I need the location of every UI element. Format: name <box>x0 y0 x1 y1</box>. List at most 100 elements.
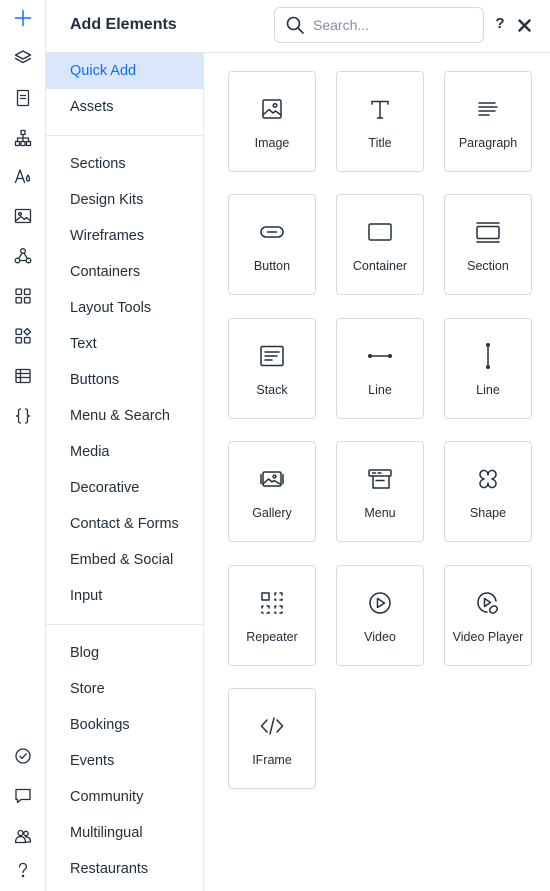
category-decorative[interactable]: Decorative <box>46 470 203 506</box>
category-blog[interactable]: Blog <box>46 635 203 671</box>
gallery-icon <box>229 466 315 492</box>
category-layout-tools[interactable]: Layout Tools <box>46 290 203 326</box>
repeater-icon <box>229 590 315 616</box>
category-bookings[interactable]: Bookings <box>46 707 203 743</box>
button-icon <box>229 219 315 245</box>
rail-button-page[interactable] <box>0 80 45 116</box>
stack-icon <box>229 343 315 369</box>
element-tile-menu[interactable]: Menu <box>336 441 424 542</box>
category-quick-add[interactable]: Quick Add <box>46 53 203 89</box>
element-tile-repeater[interactable]: Repeater <box>228 565 316 666</box>
element-tile-section[interactable]: Section <box>444 194 532 295</box>
rail-button-media[interactable] <box>0 198 45 234</box>
element-tile-label: Line <box>368 383 392 397</box>
element-tile-label: Paragraph <box>458 136 518 150</box>
search-box[interactable] <box>274 7 484 43</box>
image-icon <box>229 96 315 122</box>
help-icon <box>18 862 27 878</box>
element-tile-label: IFrame <box>252 753 292 767</box>
search-icon <box>286 16 304 34</box>
element-tile-label: Repeater <box>246 630 298 644</box>
category-containers[interactable]: Containers <box>46 254 203 290</box>
element-tile-label: Video Player <box>452 630 524 644</box>
video-player-icon <box>445 590 531 616</box>
element-tile-label: Button <box>253 259 291 273</box>
element-tile-video-player[interactable]: Video Player <box>444 565 532 666</box>
rail-button-layers[interactable] <box>0 40 45 76</box>
code-braces-icon <box>15 408 30 424</box>
rail-button-cms-table[interactable] <box>0 358 45 394</box>
iframe-code-icon <box>229 713 315 739</box>
element-tile-label: Shape <box>469 506 507 520</box>
video-icon <box>337 590 423 616</box>
element-tile-gallery[interactable]: Gallery <box>228 441 316 542</box>
category-community[interactable]: Community <box>46 779 203 815</box>
element-tile-label: Section <box>467 259 509 273</box>
rail-button-app-grid[interactable] <box>0 278 45 314</box>
close-button[interactable] <box>516 16 532 34</box>
horizontal-line-icon <box>337 343 423 369</box>
category-design-kits[interactable]: Design Kits <box>46 182 203 218</box>
element-tile-label: Line <box>476 383 500 397</box>
rail-button-plus[interactable] <box>0 0 45 36</box>
element-tile-line[interactable]: Line <box>444 318 532 419</box>
page-icon <box>16 89 29 107</box>
chat-icon <box>14 788 31 804</box>
category-restaurants[interactable]: Restaurants <box>46 851 203 887</box>
rail-button-checkmark-circle[interactable] <box>0 738 45 774</box>
element-tile-label: Image <box>254 136 290 150</box>
container-icon <box>337 219 423 245</box>
panel-title: Add Elements <box>70 16 177 33</box>
shape-icon <box>445 466 531 492</box>
menu-icon <box>337 466 423 492</box>
element-tile-video[interactable]: Video <box>336 565 424 666</box>
site-structure-icon <box>14 129 31 147</box>
category-multilingual[interactable]: Multilingual <box>46 815 203 851</box>
element-tile-shape[interactable]: Shape <box>444 441 532 542</box>
category-events[interactable]: Events <box>46 743 203 779</box>
theme-icon <box>14 169 30 184</box>
category-text[interactable]: Text <box>46 326 203 362</box>
element-tile-label: Stack <box>256 383 288 397</box>
rail-button-chat[interactable] <box>0 778 45 814</box>
element-tile-button[interactable]: Button <box>228 194 316 295</box>
element-tile-label: Title <box>368 136 392 150</box>
rail-button-apps-network[interactable] <box>0 238 45 274</box>
rail-button-site-structure[interactable] <box>0 120 45 156</box>
category-assets[interactable]: Assets <box>46 89 203 125</box>
element-tile-iframe[interactable]: IFrame <box>228 688 316 789</box>
element-tile-line[interactable]: Line <box>336 318 424 419</box>
section-icon <box>445 219 531 245</box>
element-tile-paragraph[interactable]: Paragraph <box>444 71 532 172</box>
close-icon <box>517 18 531 32</box>
rail-button-members[interactable] <box>0 818 45 854</box>
category-input[interactable]: Input <box>46 578 203 614</box>
element-tile-title[interactable]: Title <box>336 71 424 172</box>
members-icon <box>14 829 31 844</box>
rail-button-code-braces[interactable] <box>0 398 45 434</box>
element-tile-stack[interactable]: Stack <box>228 318 316 419</box>
search-input[interactable] <box>313 17 473 33</box>
category-contact-and-forms[interactable]: Contact & Forms <box>46 506 203 542</box>
element-tile-container[interactable]: Container <box>336 194 424 295</box>
category-menu-and-search[interactable]: Menu & Search <box>46 398 203 434</box>
category-media[interactable]: Media <box>46 434 203 470</box>
category-buttons[interactable]: Buttons <box>46 362 203 398</box>
rail-button-theme[interactable] <box>0 158 45 194</box>
category-store[interactable]: Store <box>46 671 203 707</box>
apps-network-icon <box>14 248 31 264</box>
help-button[interactable]: ? <box>493 15 507 35</box>
category-divider <box>46 135 203 136</box>
media-icon <box>14 208 31 224</box>
category-sidebar: Quick Add Assets Sections Design Kits Wirefr… <box>46 53 204 891</box>
element-tile-image[interactable]: Image <box>228 71 316 172</box>
category-divider <box>46 624 203 625</box>
rail-button-business-apps[interactable] <box>0 318 45 354</box>
checkmark-circle-icon <box>14 748 31 764</box>
category-sections[interactable]: Sections <box>46 146 203 182</box>
rail-button-help[interactable] <box>0 852 45 888</box>
category-embed-and-social[interactable]: Embed & Social <box>46 542 203 578</box>
category-wireframes[interactable]: Wireframes <box>46 218 203 254</box>
cms-table-icon <box>14 368 31 384</box>
paragraph-icon <box>445 96 531 122</box>
